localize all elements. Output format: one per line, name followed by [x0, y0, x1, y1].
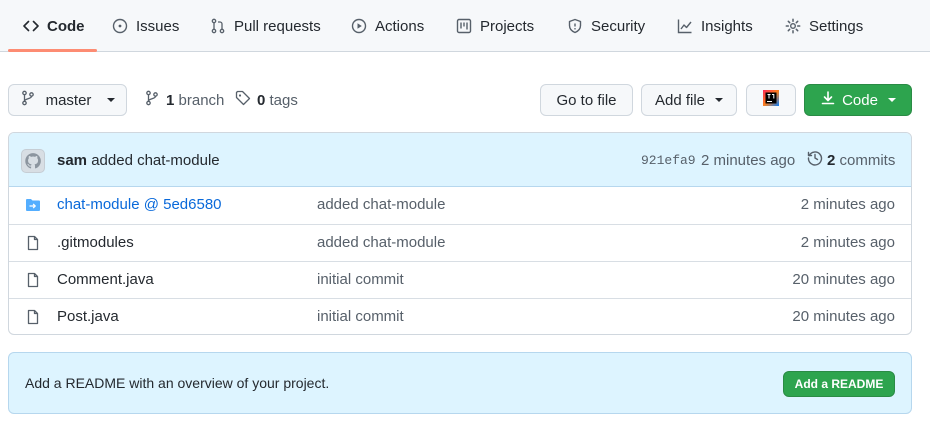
commit-label: commits	[839, 151, 896, 169]
go-to-file-button[interactable]: Go to file	[540, 84, 633, 116]
repo-nav: Code Issues Pull requests Actions Projec…	[0, 0, 930, 52]
file-commit-message[interactable]: added chat-module	[317, 196, 445, 213]
commit-sha[interactable]: 921efa9	[641, 153, 696, 168]
table-row: Post.java initial commit 20 minutes ago	[9, 298, 911, 334]
branch-icon	[144, 90, 160, 110]
file-age: 2 minutes ago	[800, 196, 895, 213]
commit-message[interactable]: added chat-module	[91, 152, 219, 169]
tab-settings[interactable]: Settings	[785, 0, 863, 52]
branch-label: branch	[178, 91, 225, 109]
tab-label: Actions	[375, 17, 425, 35]
table-row: .gitmodules added chat-module 2 minutes …	[9, 224, 911, 261]
file-name[interactable]: Post.java	[57, 308, 119, 325]
code-download-button[interactable]: Code	[804, 84, 912, 116]
pull-request-icon	[210, 18, 226, 34]
tab-label: Pull requests	[234, 17, 321, 35]
tab-label: Insights	[701, 17, 753, 35]
latest-commit-bar: sam added chat-module 921efa9 2 minutes …	[9, 133, 911, 187]
tab-actions[interactable]: Actions	[351, 0, 424, 52]
jetbrains-icon	[763, 90, 779, 110]
readme-prompt: Add a README with an overview of your pr…	[25, 375, 330, 391]
commit-count: 2	[827, 151, 836, 169]
shield-icon	[567, 18, 583, 34]
branch-count: 1	[166, 91, 175, 109]
commit-time: 2 minutes ago	[701, 152, 796, 169]
submodule-folder-icon	[25, 197, 41, 213]
readme-banner: Add a README with an overview of your pr…	[8, 352, 912, 414]
download-icon	[820, 90, 836, 110]
file-list: sam added chat-module 921efa9 2 minutes …	[8, 132, 912, 335]
code-button-label: Code	[842, 91, 878, 109]
tag-count: 0	[257, 91, 266, 109]
branch-icon	[20, 90, 36, 110]
jetbrains-open-button[interactable]	[746, 84, 796, 116]
issue-icon	[112, 18, 128, 34]
tab-code[interactable]: Code	[23, 0, 85, 52]
table-row: chat-module @ 5ed6580 added chat-module …	[9, 187, 911, 224]
file-commit-message[interactable]: initial commit	[317, 271, 404, 288]
branch-name: master	[45, 91, 92, 109]
file-commit-message[interactable]: initial commit	[317, 308, 404, 325]
file-icon	[25, 272, 41, 288]
add-readme-button[interactable]: Add a README	[783, 371, 895, 397]
tab-label: Projects	[480, 17, 535, 35]
graph-icon	[677, 18, 693, 34]
go-to-file-label: Go to file	[556, 91, 617, 109]
tab-label: Code	[47, 17, 85, 35]
tag-icon	[235, 90, 251, 110]
branches-link[interactable]: 1 branch	[144, 84, 224, 116]
gear-icon	[785, 18, 801, 34]
commit-summary: sam added chat-module	[57, 152, 220, 169]
tag-label: tags	[269, 91, 298, 109]
tab-label: Settings	[809, 17, 864, 35]
tab-pull-requests[interactable]: Pull requests	[210, 0, 321, 52]
tags-link[interactable]: 0 tags	[235, 84, 298, 116]
file-commit-message[interactable]: added chat-module	[317, 234, 445, 251]
file-name[interactable]: Comment.java	[57, 271, 154, 288]
project-icon	[456, 18, 472, 34]
file-name[interactable]: chat-module @ 5ed6580	[57, 196, 222, 213]
chevron-down-icon	[715, 98, 724, 102]
file-icon	[25, 309, 41, 325]
add-file-button[interactable]: Add file	[641, 84, 737, 116]
file-age: 20 minutes ago	[792, 271, 895, 288]
tab-issues[interactable]: Issues	[112, 0, 179, 52]
add-file-label: Add file	[654, 91, 706, 109]
tab-label: Security	[591, 17, 646, 35]
tab-projects[interactable]: Projects	[456, 0, 534, 52]
file-icon	[25, 235, 41, 251]
tab-label: Issues	[136, 17, 180, 35]
active-tab-indicator	[8, 49, 97, 52]
tab-security[interactable]: Security	[567, 0, 645, 52]
history-icon	[807, 150, 823, 170]
chevron-down-icon	[887, 98, 896, 102]
play-icon	[351, 18, 367, 34]
file-name[interactable]: .gitmodules	[57, 234, 134, 251]
tab-insights[interactable]: Insights	[677, 0, 753, 52]
file-age: 2 minutes ago	[800, 234, 895, 251]
commits-link[interactable]: 2 commits	[807, 150, 895, 170]
commit-author-name[interactable]: sam	[57, 152, 87, 169]
code-icon	[23, 18, 39, 34]
avatar[interactable]	[21, 149, 45, 173]
chevron-down-icon	[107, 98, 116, 102]
table-row: Comment.java initial commit 20 minutes a…	[9, 261, 911, 298]
branch-select-button[interactable]: master	[8, 84, 127, 116]
file-age: 20 minutes ago	[792, 308, 895, 325]
